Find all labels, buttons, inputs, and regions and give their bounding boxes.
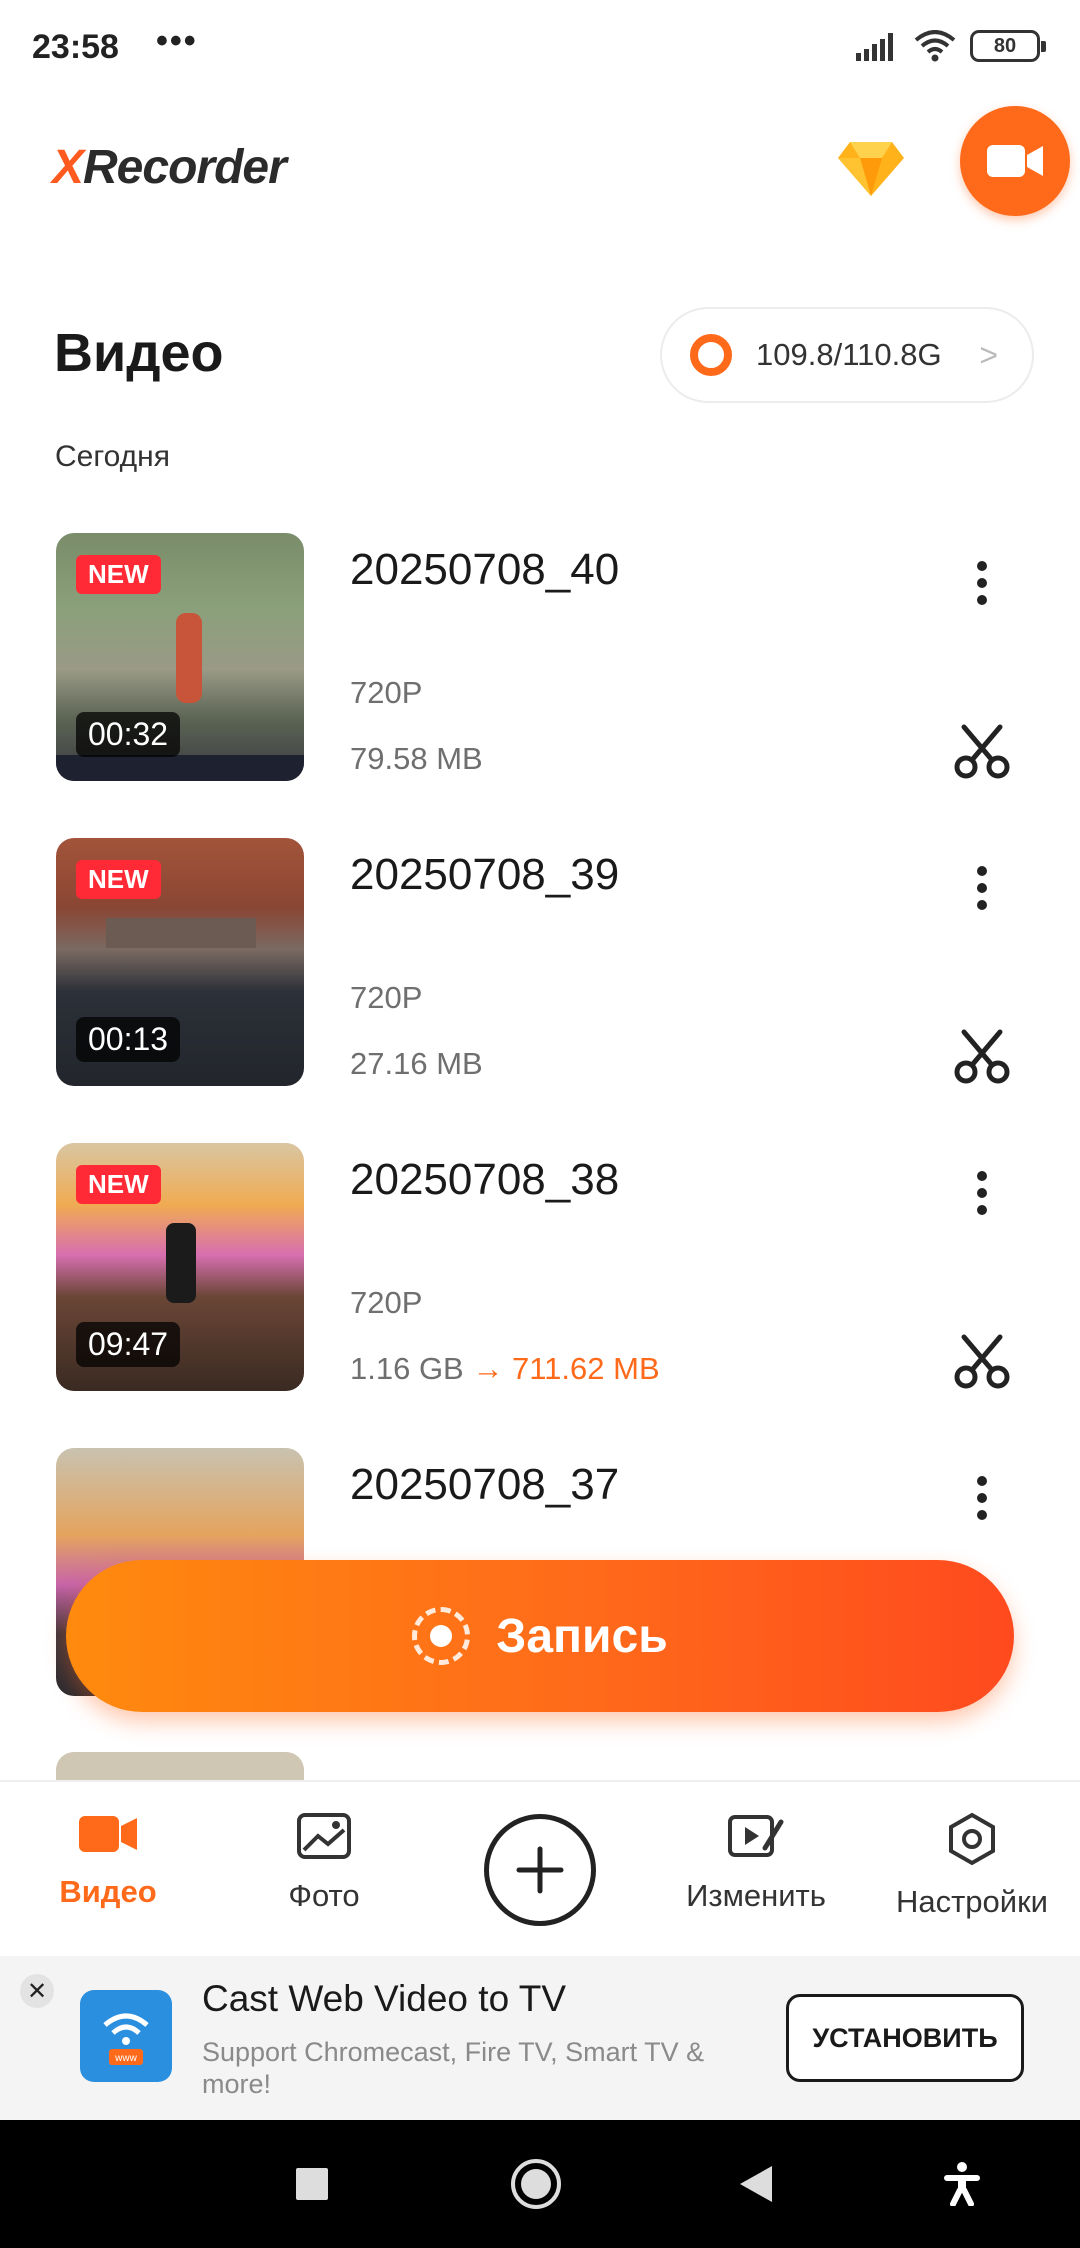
more-options-icon[interactable] (960, 1163, 1004, 1223)
video-camera-icon (79, 1816, 137, 1852)
logo-text: Recorder (83, 141, 287, 194)
ad-app-icon: www (80, 1990, 172, 2082)
app-header: XRecorder (0, 100, 1080, 240)
status-bar: 23:58 ••• 80 (0, 0, 1080, 100)
edit-video-icon (728, 1815, 784, 1857)
home-circle-icon (511, 2159, 561, 2209)
video-thumbnail[interactable]: NEW 09:47 (56, 1143, 304, 1391)
nav-tab-edit[interactable]: Изменить (656, 1812, 856, 1914)
video-size: 27.16 MB (350, 1046, 483, 1081)
nav-label: Фото (288, 1878, 360, 1913)
nav-tab-settings[interactable]: Настройки (872, 1812, 1072, 1920)
status-icons: 80 (856, 30, 1046, 62)
nav-tab-video[interactable]: Видео (8, 1812, 208, 1910)
video-resolution: 720P (350, 1285, 423, 1320)
video-list-item[interactable]: NEW 00:13 20250708_39 720P 27.16 MB (0, 838, 1080, 1088)
duration-label: 00:13 (76, 1017, 181, 1062)
ad-banner[interactable]: ✕ www Cast Web Video to TV Support Chrom… (0, 1956, 1080, 2120)
video-list-item[interactable]: NEW 09:47 20250708_38 720P 1.16 GB → 711… (0, 1143, 1080, 1393)
square-icon (296, 2168, 328, 2200)
video-size: 1.16 GB → 711.62 MB (350, 1351, 660, 1387)
ad-subtitle: Support Chromecast, Fire TV, Smart TV & … (202, 2037, 705, 2099)
more-options-icon[interactable] (960, 858, 1004, 918)
more-options-icon[interactable] (960, 553, 1004, 613)
close-icon[interactable]: ✕ (20, 1974, 54, 2008)
arrow-right-icon: → (472, 1351, 504, 1386)
nav-label: Видео (59, 1874, 157, 1909)
bottom-navigation: Видео Фото Изменить Настройки (0, 1780, 1080, 1956)
photo-icon (297, 1813, 351, 1859)
thumbnail-building (106, 918, 256, 948)
video-name: 20250708_38 (350, 1155, 620, 1204)
new-badge: NEW (76, 860, 161, 899)
app-logo: XRecorder (52, 140, 287, 195)
scissors-icon[interactable] (954, 1028, 1010, 1084)
video-camera-icon (987, 145, 1043, 177)
cast-wifi-icon: www (103, 2013, 149, 2065)
back-button[interactable] (724, 2152, 788, 2216)
original-size: 1.16 GB (350, 1351, 464, 1386)
system-navigation-bar (0, 2120, 1080, 2248)
compressed-size: 711.62 MB (512, 1351, 660, 1386)
video-thumbnail[interactable]: NEW 00:32 (56, 533, 304, 781)
video-list-item[interactable]: NEW 00:32 20250708_40 720P 79.58 MB (0, 533, 1080, 783)
thumbnail-figure (176, 613, 202, 703)
record-icon (412, 1607, 471, 1665)
record-button-label: Запись (496, 1609, 668, 1663)
accessibility-icon (944, 2162, 980, 2206)
video-size: 79.58 MB (350, 741, 483, 776)
video-resolution: 720P (350, 675, 423, 710)
wifi-icon (914, 30, 956, 62)
duration-label: 09:47 (76, 1322, 181, 1367)
back-triangle-icon (740, 2166, 772, 2202)
settings-gear-icon (949, 1812, 995, 1866)
scissors-icon[interactable] (954, 723, 1010, 779)
new-badge: NEW (76, 555, 161, 594)
status-notification-dots: ••• (156, 22, 198, 60)
page-title: Видео (54, 323, 224, 383)
nav-label: Изменить (686, 1878, 826, 1913)
duration-label: 00:32 (76, 712, 181, 757)
battery-icon: 80 (970, 30, 1046, 62)
video-thumbnail[interactable]: NEW 00:13 (56, 838, 304, 1086)
more-options-icon[interactable] (960, 1468, 1004, 1528)
home-button[interactable] (504, 2152, 568, 2216)
video-resolution: 720P (350, 980, 423, 1015)
chevron-right-icon: > (979, 337, 998, 373)
nav-tab-photo[interactable]: Фото (224, 1812, 424, 1914)
ad-icon-text: www (114, 2053, 137, 2064)
video-name: 20250708_40 (350, 545, 620, 594)
video-name: 20250708_39 (350, 850, 620, 899)
new-badge: NEW (76, 1165, 161, 1204)
record-button[interactable]: Запись (66, 1560, 1014, 1712)
add-button[interactable] (484, 1814, 596, 1926)
plus-icon (516, 1846, 564, 1894)
thumbnail-toolbar (56, 755, 304, 781)
signal-icon (856, 33, 893, 61)
nav-label: Настройки (895, 1884, 1048, 1919)
logo-x: X (52, 141, 84, 194)
video-name: 20250708_37 (350, 1460, 620, 1509)
premium-gem-icon[interactable] (836, 138, 906, 198)
scissors-icon[interactable] (954, 1333, 1010, 1389)
install-button[interactable]: УСТАНОВИТЬ (786, 1994, 1024, 2082)
accessibility-button[interactable] (930, 2152, 994, 2216)
thumbnail-figure (166, 1223, 196, 1303)
section-label-today: Сегодня (55, 440, 170, 473)
status-time: 23:58 (32, 28, 119, 66)
video-thumbnail-partial[interactable] (56, 1752, 304, 1780)
storage-indicator-button[interactable]: 109.8/110.8G > (660, 307, 1034, 403)
storage-text: 109.8/110.8G (756, 337, 942, 372)
recent-apps-button[interactable] (280, 2152, 344, 2216)
ad-title: Cast Web Video to TV (202, 1978, 567, 2019)
quick-record-button[interactable] (960, 106, 1070, 216)
storage-ring-icon (690, 334, 732, 376)
